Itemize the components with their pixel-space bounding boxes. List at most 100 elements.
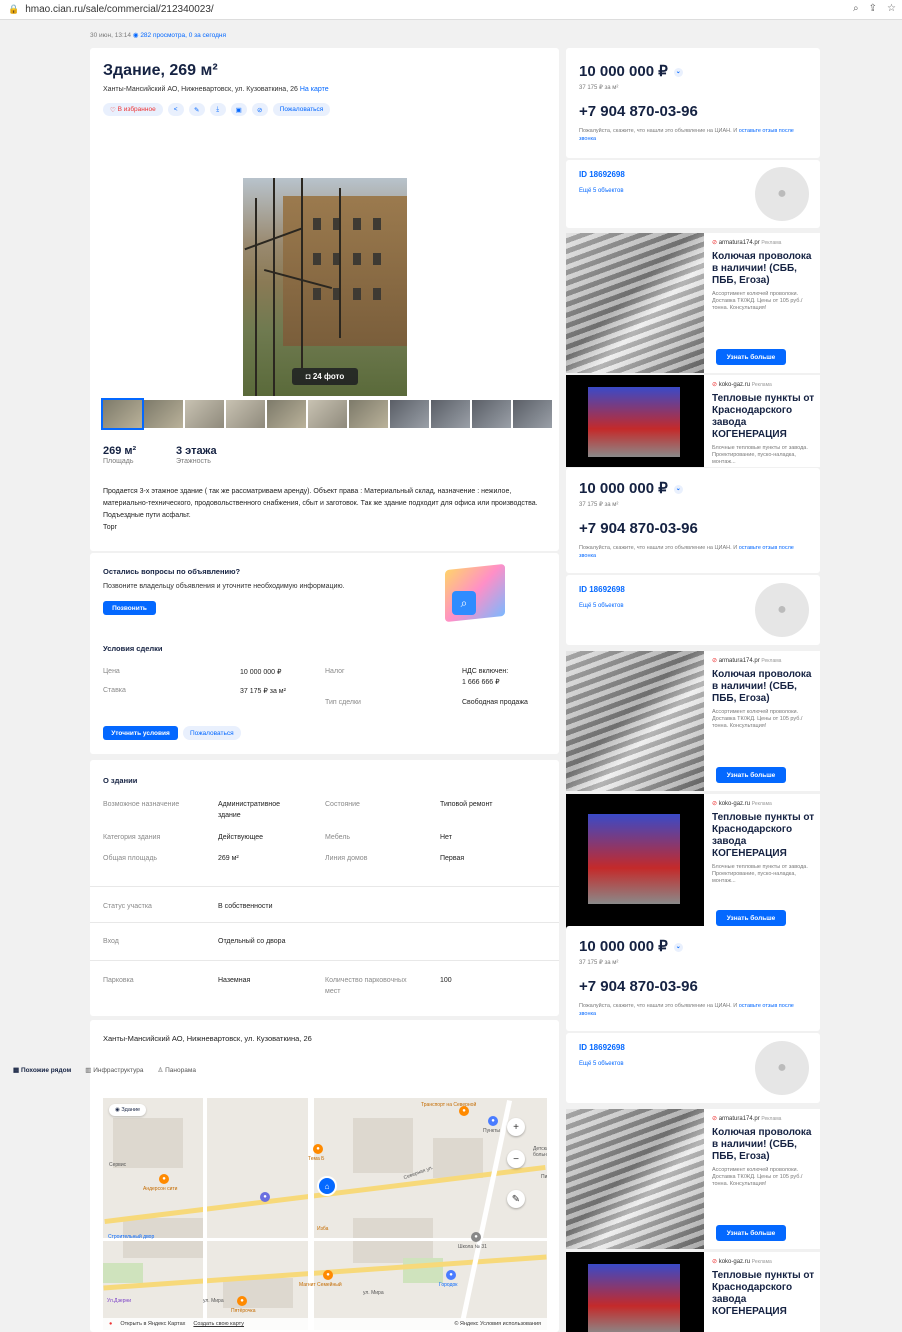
tax-label: Налог xyxy=(325,668,345,675)
tab-infrastructure[interactable]: ▥ Инфраструктура xyxy=(85,1066,143,1074)
open-yandex-link[interactable]: Открыть в Яндекс Картах xyxy=(120,1321,185,1327)
edit-button[interactable]: ✎ xyxy=(188,103,205,116)
map-label: Пункты xyxy=(483,1128,500,1134)
ad-headline: Колючая проволока в наличии! (СББ, ПББ, … xyxy=(712,669,812,704)
map-label: Ул.Дзерни xyxy=(107,1298,132,1304)
more-objects-link[interactable]: Ещё 5 объектов xyxy=(579,1061,624,1067)
share-button[interactable]: < xyxy=(167,103,184,116)
divider xyxy=(90,960,559,961)
map-label: ул. Мира xyxy=(363,1290,384,1296)
ad-wire[interactable]: ⊘ armatura174.pr Реклама Колючая проволо… xyxy=(566,1109,820,1249)
agent-id[interactable]: ID 18692698 xyxy=(579,585,625,594)
description-text: Подъездные пути асфальт. xyxy=(103,512,191,519)
complain-button[interactable]: Пожаловаться xyxy=(272,103,331,116)
call-button[interactable]: Позвонить xyxy=(103,601,156,615)
chevron-down-icon[interactable]: ⌄ xyxy=(673,67,683,77)
ad-headline: Колючая проволока в наличии! (СББ, ПББ, … xyxy=(712,251,812,286)
agent-id[interactable]: ID 18692698 xyxy=(579,170,625,179)
thumbnail[interactable] xyxy=(101,398,144,430)
poi-icon[interactable]: ● xyxy=(488,1116,498,1126)
create-map-link[interactable]: Создать свою карту xyxy=(193,1321,244,1327)
photo-count-badge[interactable]: ◘ 24 фото xyxy=(292,368,358,385)
thumbnail[interactable] xyxy=(431,400,470,428)
learn-more-button[interactable]: Узнать больше xyxy=(716,767,786,783)
poi-icon[interactable]: ● xyxy=(471,1232,481,1242)
thumbnail[interactable] xyxy=(308,400,347,428)
ad-source: ⊘ armatura174.pr Реклама xyxy=(712,240,782,246)
location-pin-icon[interactable]: ⌂ xyxy=(317,1176,337,1196)
thumbnail[interactable] xyxy=(390,400,429,428)
print-icon: ▣ xyxy=(235,106,242,114)
parking-count-label: мест xyxy=(325,988,341,995)
map[interactable]: ◉ Здание Транспорт на Северной Пункты Де… xyxy=(103,1098,547,1330)
star-icon[interactable]: ☆ xyxy=(887,3,896,14)
chevron-down-icon[interactable]: ⌄ xyxy=(673,484,683,494)
download-button[interactable]: ⤓ xyxy=(209,103,226,116)
filter-chip-building[interactable]: ◉ Здание xyxy=(109,1104,147,1116)
learn-more-button[interactable]: Узнать больше xyxy=(716,910,786,926)
thumbnail[interactable] xyxy=(513,400,552,428)
map-link[interactable]: На карте xyxy=(300,86,329,93)
chevron-down-icon[interactable]: ⌄ xyxy=(673,942,683,952)
entry-label: Вход xyxy=(103,938,119,945)
tab-panorama[interactable]: ♙ Панорама xyxy=(157,1066,195,1074)
ad-source: ⊘ armatura174.pr Реклама xyxy=(712,1116,782,1122)
pencil-icon: ✎ xyxy=(193,106,200,114)
more-objects-link[interactable]: Ещё 5 объектов xyxy=(579,188,624,194)
thumbnail[interactable] xyxy=(349,400,388,428)
address-bar[interactable]: hmao.cian.ru/sale/commercial/212340023/ xyxy=(25,4,213,15)
note-text: Пожалуйста, скажите, что нашли это объяв… xyxy=(579,1003,739,1009)
map-label: Андерсон сити xyxy=(143,1186,178,1192)
print-button[interactable]: ▣ xyxy=(230,103,247,116)
ad-heat[interactable]: ⊘ koko-gaz.ru Реклама Тепловые пункты от… xyxy=(566,794,820,930)
state-value: Типовой ремонт xyxy=(440,801,493,808)
views-count[interactable]: 282 просмотра, 0 за сегодня xyxy=(140,32,226,39)
ad-wire[interactable]: ⊘ armatura174.pr Реклама Колючая проволо… xyxy=(566,233,820,373)
zoom-in-button[interactable]: + xyxy=(507,1118,525,1136)
call-note: Пожалуйста, скажите, что нашли это объяв… xyxy=(579,127,809,143)
page-title: Здание, 269 м² xyxy=(103,62,218,79)
phone-number[interactable]: +7 904 870-03-96 xyxy=(579,978,698,995)
learn-more-button[interactable]: Узнать больше xyxy=(716,1225,786,1241)
zoom-out-button[interactable]: − xyxy=(507,1150,525,1168)
divider xyxy=(90,886,559,887)
floors-stat: 3 этажа Этажность xyxy=(176,445,217,465)
ad-heat[interactable]: ⊘ koko-gaz.ru Реклама Тепловые пункты от… xyxy=(566,375,820,467)
ad-wire[interactable]: ⊘ armatura174.pr Реклама Колючая проволо… xyxy=(566,651,820,791)
learn-more-button[interactable]: Узнать больше xyxy=(716,349,786,365)
floors-label: Этажность xyxy=(176,458,211,465)
poi-icon[interactable]: ● xyxy=(446,1270,456,1280)
zoom-icon[interactable]: ⌕ xyxy=(853,3,859,14)
map-terms[interactable]: © Яндекс Условия использования xyxy=(454,1321,541,1327)
hide-button[interactable]: ⊘ xyxy=(251,103,268,116)
poi-icon[interactable]: ● xyxy=(260,1192,270,1202)
clarify-button[interactable]: Уточнить условия xyxy=(103,726,178,740)
poi-icon[interactable]: ● xyxy=(237,1296,247,1306)
poi-icon[interactable]: ● xyxy=(159,1174,169,1184)
share-icon[interactable]: ⇪ xyxy=(869,3,877,14)
thumbnail[interactable] xyxy=(472,400,511,428)
thumbnail[interactable] xyxy=(144,400,183,428)
phone-number[interactable]: +7 904 870-03-96 xyxy=(579,103,698,120)
deal-type-value: Свободная продажа xyxy=(462,699,528,706)
agent-id[interactable]: ID 18692698 xyxy=(579,1043,625,1052)
thumbnail[interactable] xyxy=(267,400,306,428)
thumbnail[interactable] xyxy=(185,400,224,428)
building-title: О здании xyxy=(103,776,138,785)
phone-number[interactable]: +7 904 870-03-96 xyxy=(579,520,698,537)
more-objects-link[interactable]: Ещё 5 объектов xyxy=(579,603,624,609)
poi-icon[interactable]: ● xyxy=(323,1270,333,1280)
tab-similar[interactable]: ▦ Похожие рядом xyxy=(13,1066,71,1074)
map-address: Ханты-Мансийский АО, Нижневартовск, ул. … xyxy=(103,1034,312,1043)
ruler-button[interactable]: ✎ xyxy=(507,1190,525,1208)
poi-icon[interactable]: ● xyxy=(313,1144,323,1154)
favorite-button[interactable]: ♡ В избранное xyxy=(103,103,163,116)
main-photo[interactable]: ◘ 24 фото xyxy=(243,178,407,396)
complain-button[interactable]: Пожаловаться xyxy=(183,726,241,740)
thumbnail[interactable] xyxy=(226,400,265,428)
note-text: Пожалуйста, скажите, что нашли это объяв… xyxy=(579,128,739,134)
poi-icon[interactable]: ● xyxy=(459,1106,469,1116)
questions-text: Позвоните владельцу объявления и уточнит… xyxy=(103,583,345,590)
map-label: Детская больница xyxy=(533,1146,547,1158)
ad-heat[interactable]: ⊘ koko-gaz.ru Реклама Тепловые пункты от… xyxy=(566,1252,820,1332)
